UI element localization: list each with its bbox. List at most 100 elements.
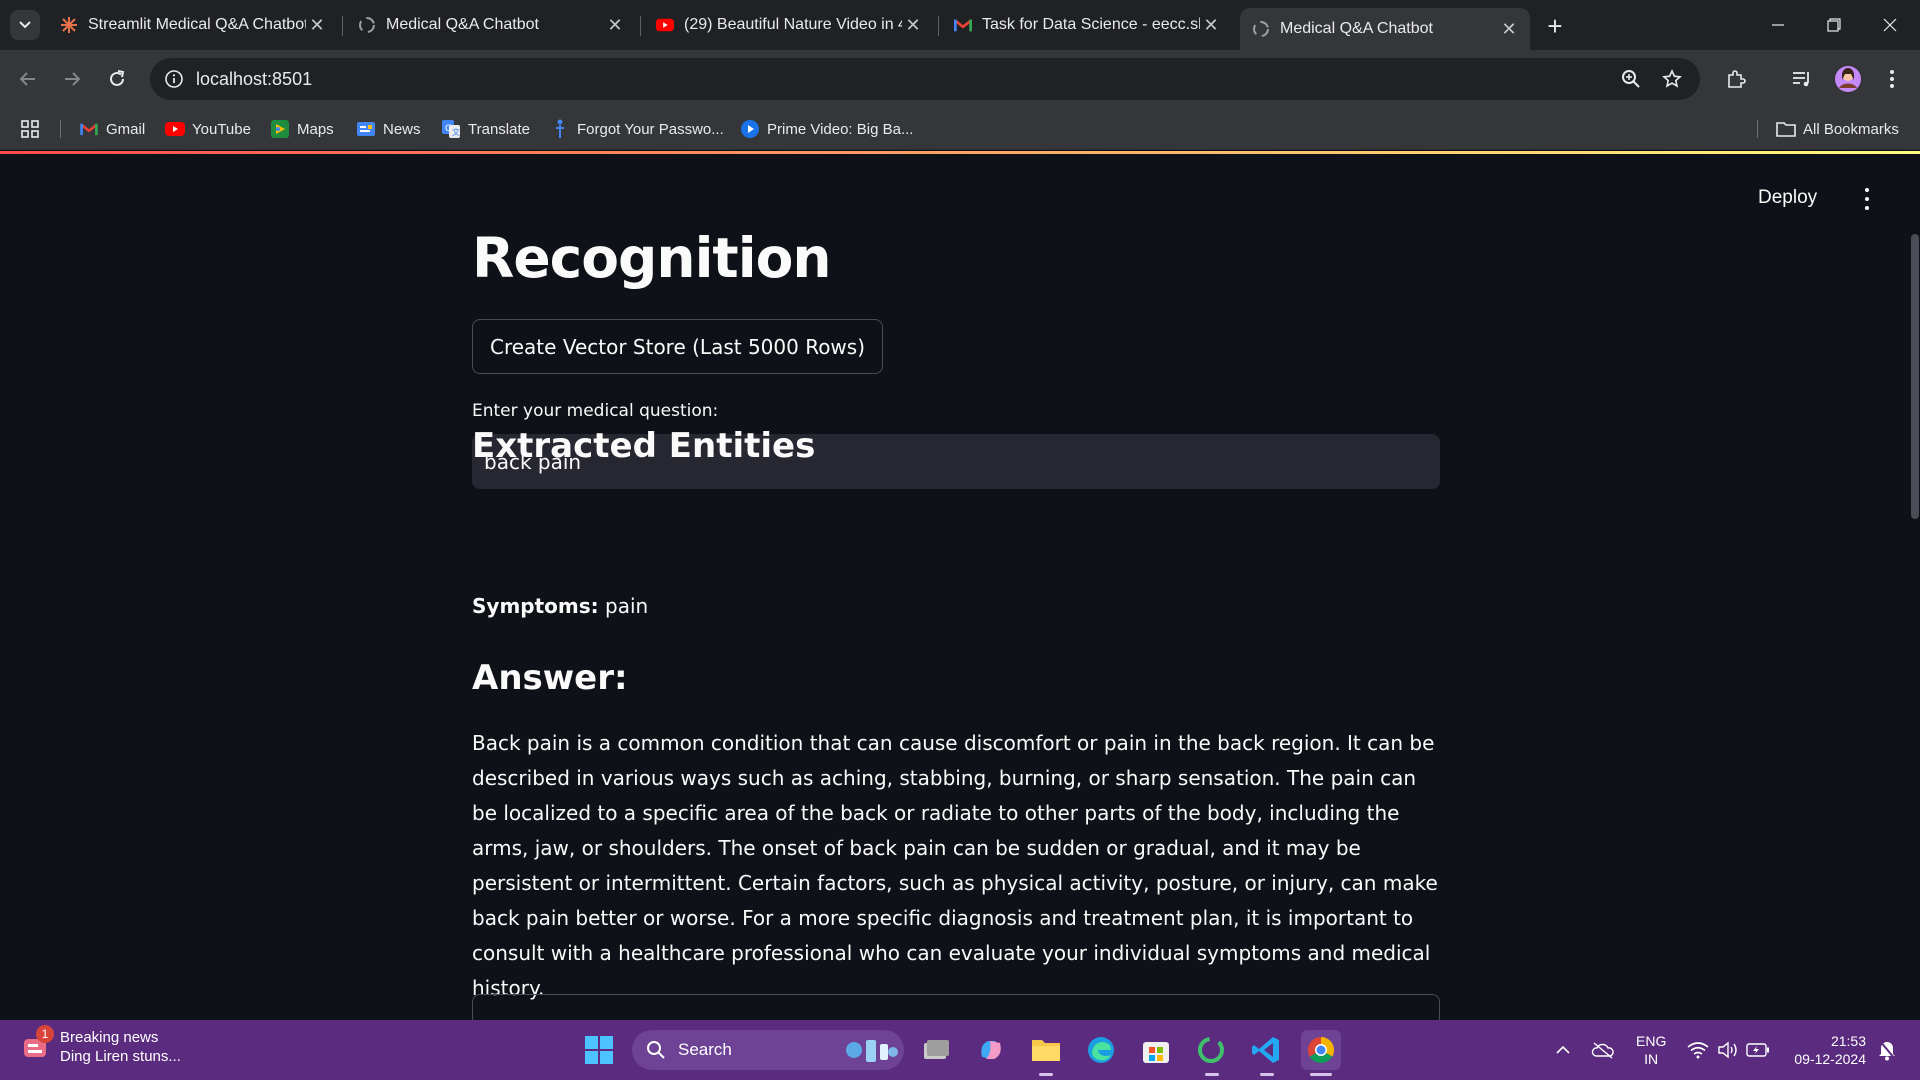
zoom-button[interactable] — [1615, 63, 1647, 95]
url-text[interactable]: localhost:8501 — [196, 69, 312, 90]
task-view-button[interactable] — [916, 1030, 956, 1070]
browser-toolbar: localhost:8501 — [0, 50, 1920, 108]
tab-title: Streamlit Medical Q&A Chatbot — [88, 16, 306, 33]
back-button[interactable] — [12, 63, 44, 95]
question-label: Enter your medical question: — [472, 401, 719, 421]
answer-heading: Answer: — [472, 658, 628, 698]
all-bookmarks-button[interactable]: All Bookmarks — [1776, 117, 1899, 141]
search-placeholder: Search — [678, 1040, 732, 1059]
new-tab-button[interactable]: + — [1540, 11, 1570, 41]
copilot-icon — [981, 1041, 1001, 1059]
media-queue-icon — [1793, 72, 1809, 87]
copilot-button[interactable] — [971, 1030, 1011, 1070]
windows-start-icon — [585, 1036, 613, 1064]
cloud-off-icon — [1591, 1042, 1614, 1059]
streamlit-app: Deploy Recognition Create Vector Store (… — [0, 154, 1920, 1020]
bookmark-forgot-password[interactable]: Forgot Your Passwo... — [550, 117, 724, 141]
browser-menu-button[interactable] — [1876, 63, 1908, 95]
forward-button[interactable] — [56, 63, 88, 95]
wifi-button[interactable] — [1684, 1020, 1712, 1080]
volume-icon — [1718, 1041, 1737, 1059]
avatar-icon — [1835, 66, 1861, 92]
browser-tab[interactable]: Medical Q&A Chatbot ✕ — [346, 8, 636, 42]
bookmark-label: YouTube — [192, 120, 251, 138]
reload-icon — [110, 70, 125, 86]
google-news-icon — [356, 119, 376, 139]
scrollbar-thumb[interactable] — [1911, 234, 1919, 519]
bookmark-star-button[interactable] — [1656, 63, 1688, 95]
tab-title: (29) Beautiful Nature Video in 4 — [684, 16, 902, 33]
app-menu-button[interactable] — [1855, 186, 1879, 212]
tab-separator — [342, 16, 343, 36]
tab-search-button[interactable] — [10, 10, 40, 40]
chevron-down-icon — [19, 21, 31, 29]
minimize-button[interactable] — [1750, 0, 1806, 50]
maps-icon — [270, 119, 290, 139]
bookmark-gmail[interactable]: Gmail — [79, 117, 145, 141]
profile-avatar[interactable] — [1832, 63, 1864, 95]
bookmark-news[interactable]: News — [356, 117, 421, 141]
running-indicator — [1205, 1073, 1219, 1076]
bookmark-youtube[interactable]: YouTube — [165, 117, 251, 141]
ring-app-icon — [1198, 1037, 1224, 1063]
answer-text: Back pain is a common condition that can… — [472, 731, 1438, 1000]
restore-button[interactable] — [1806, 0, 1862, 50]
deploy-button[interactable]: Deploy — [1758, 187, 1817, 209]
bookmark-translate[interactable]: G文 Translate — [441, 117, 530, 141]
running-indicator — [1039, 1073, 1053, 1076]
extensions-button[interactable] — [1720, 63, 1752, 95]
start-button[interactable] — [579, 1030, 619, 1070]
tab-strip: Streamlit Medical Q&A Chatbot ✕ Medical … — [0, 0, 1920, 50]
close-icon[interactable]: ✕ — [306, 14, 328, 36]
onedrive-button[interactable] — [1588, 1020, 1618, 1080]
file-explorer-button[interactable] — [1026, 1030, 1066, 1070]
bookmarks-separator — [60, 120, 61, 138]
close-window-button[interactable] — [1862, 0, 1918, 50]
apps-button[interactable] — [20, 117, 47, 141]
browser-tab[interactable]: Streamlit Medical Q&A Chatbot ✕ — [48, 8, 338, 42]
symptoms-line: Symptoms: pain — [472, 594, 648, 618]
close-icon[interactable]: ✕ — [604, 14, 626, 36]
chrome-button[interactable] — [1301, 1030, 1341, 1070]
close-icon[interactable]: ✕ — [1200, 14, 1222, 36]
chevron-up-icon — [1556, 1045, 1570, 1054]
svg-text:文: 文 — [452, 127, 460, 137]
close-icon[interactable]: ✕ — [902, 14, 924, 36]
store-button[interactable] — [1136, 1030, 1176, 1070]
running-indicator — [1260, 1073, 1274, 1076]
tab-title: Task for Data Science - eecc.shl — [982, 16, 1200, 33]
edge-button[interactable] — [1081, 1030, 1121, 1070]
notifications-button[interactable] — [1872, 1020, 1902, 1080]
expander-box[interactable] — [472, 994, 1440, 1020]
folder-icon — [1776, 119, 1796, 139]
kebab-menu-icon — [1890, 70, 1894, 88]
close-icon[interactable]: ✕ — [1498, 18, 1520, 40]
zoom-icon — [1622, 70, 1640, 88]
show-hidden-icons-button[interactable] — [1548, 1020, 1578, 1080]
apps-grid-icon — [20, 119, 40, 139]
media-control-button[interactable] — [1786, 63, 1818, 95]
bookmark-maps[interactable]: Maps — [270, 117, 334, 141]
battery-button[interactable] — [1744, 1020, 1772, 1080]
bookmark-prime-video[interactable]: Prime Video: Big Ba... — [740, 117, 913, 141]
app-ring-button[interactable] — [1191, 1030, 1231, 1070]
system-clock[interactable]: 21:53 09-12-2024 — [1786, 1032, 1866, 1068]
address-bar[interactable]: localhost:8501 — [150, 58, 1700, 100]
forward-arrow-icon — [65, 72, 81, 86]
browser-tab[interactable]: Task for Data Science - eecc.shl ✕ — [942, 8, 1232, 42]
browser-tab[interactable]: (29) Beautiful Nature Video in 4 ✕ — [644, 8, 934, 42]
windows-taskbar: 1 Breaking news Ding Liren stuns... Sear… — [0, 1020, 1920, 1080]
clock-date: 09-12-2024 — [1794, 1051, 1866, 1067]
news-widget[interactable]: 1 Breaking news Ding Liren stuns... — [22, 1025, 181, 1066]
site-info-icon[interactable] — [154, 58, 194, 100]
browser-tab-active[interactable]: Medical Q&A Chatbot ✕ — [1240, 8, 1530, 50]
vscode-button[interactable] — [1246, 1030, 1286, 1070]
volume-button[interactable] — [1714, 1020, 1742, 1080]
youtube-icon — [656, 16, 674, 34]
reload-button[interactable] — [101, 63, 133, 95]
microsoft-store-icon — [1143, 1042, 1169, 1063]
create-vector-store-button[interactable]: Create Vector Store (Last 5000 Rows) — [472, 319, 884, 374]
input-language-indicator[interactable]: ENG IN — [1636, 1032, 1666, 1068]
taskbar-search[interactable]: Search — [632, 1030, 904, 1070]
folder-icon — [1032, 1040, 1060, 1061]
